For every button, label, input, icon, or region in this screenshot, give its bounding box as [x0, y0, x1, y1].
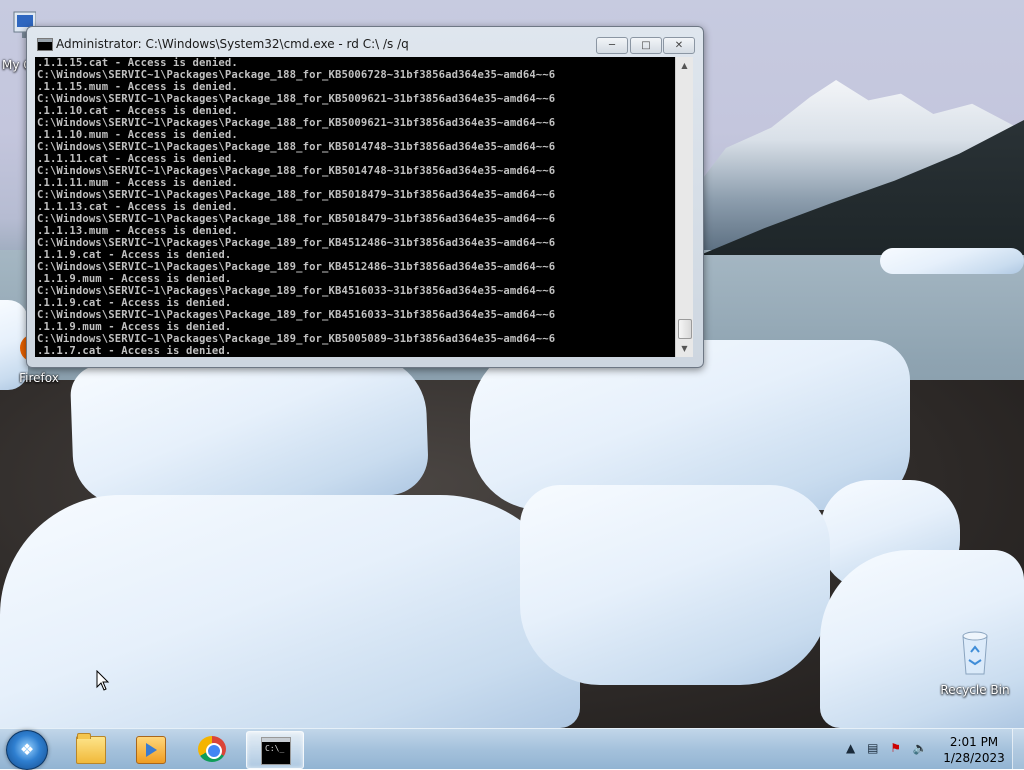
action-center-icon[interactable]: ⚑ [890, 741, 901, 755]
minimize-icon: ─ [608, 40, 616, 51]
console-line: .1.1.9.mum - Access is denied. [37, 321, 232, 333]
console-line: C:\Windows\SERVIC~1\Packages\Package_189… [37, 309, 556, 321]
console-line: .1.1.7.cat - Access is denied. [37, 345, 232, 357]
taskbar-chrome[interactable] [184, 731, 240, 767]
cmd-icon [37, 38, 53, 51]
console-line: .1.1.9.mum - Access is denied. [37, 273, 232, 285]
desktop-icon-label: Recycle Bin [940, 683, 1010, 697]
wallpaper-ice [69, 353, 430, 507]
window-titlebar[interactable]: Administrator: C:\Windows\System32\cmd.e… [27, 27, 703, 57]
show-hidden-icons-icon[interactable]: ▲ [846, 741, 855, 755]
explorer-icon [76, 733, 106, 764]
taskbar-cmd[interactable]: C:\_ [246, 731, 304, 769]
taskbar-explorer[interactable] [62, 731, 118, 767]
console-line: C:\Windows\SERVIC~1\Packages\Package_189… [37, 237, 556, 249]
console-line: C:\Windows\SERVIC~1\Packages\Package_188… [37, 93, 556, 105]
taskbar-clock[interactable]: 2:01 PM 1/28/2023 [940, 734, 1008, 766]
console-line: C:\Windows\SERVIC~1\Packages\Package_188… [37, 213, 556, 225]
taskbar: ❖ C:\_ ▲ ▤ ⚑ 🔈 2:01 PM 1/28/2023 [0, 728, 1024, 770]
desktop-icon-recycle-bin[interactable]: Recycle Bin [940, 630, 1010, 697]
console-line: C:\Windows\SERVIC~1\Packages\Package_189… [37, 333, 556, 345]
system-tray: ▲ ▤ ⚑ 🔈 [846, 741, 936, 755]
vertical-scrollbar[interactable]: ▲ ▼ [675, 57, 693, 357]
console-line: .1.1.9.cat - Access is denied. [37, 297, 232, 309]
wallpaper-ice [520, 485, 830, 685]
show-desktop-button[interactable] [1012, 729, 1024, 769]
mouse-cursor-icon [96, 670, 110, 691]
wallpaper-ice [0, 495, 580, 728]
console-line: .1.1.15.mum - Access is denied. [37, 81, 238, 93]
console-line: .1.1.11.mum - Access is denied. [37, 177, 238, 189]
console-line: .1.1.15.cat - Access is denied. [37, 57, 238, 69]
scroll-down-icon[interactable]: ▼ [676, 340, 693, 357]
console-line: C:\Windows\SERVIC~1\Packages\Package_189… [37, 285, 556, 297]
console-line: C:\Windows\SERVIC~1\Packages\Package_188… [37, 141, 556, 153]
scroll-up-icon[interactable]: ▲ [676, 57, 693, 74]
console-line: C:\Windows\SERVIC~1\Packages\Package_188… [37, 165, 556, 177]
console-line: .1.1.13.cat - Access is denied. [37, 201, 238, 213]
console-line: C:\Windows\SERVIC~1\Packages\Package_188… [37, 117, 556, 129]
console-line: C:\Windows\SERVIC~1\Packages\Package_188… [37, 69, 556, 81]
close-button[interactable]: ✕ [663, 37, 695, 54]
console-line: .1.1.10.mum - Access is denied. [37, 129, 238, 141]
media-player-icon [136, 736, 166, 764]
scrollbar-thumb[interactable] [678, 319, 692, 339]
chrome-icon [198, 736, 226, 762]
window-title: Administrator: C:\Windows\System32\cmd.e… [56, 37, 409, 51]
console-line: .1.1.9.cat - Access is denied. [37, 249, 232, 261]
maximize-button[interactable]: □ [630, 37, 662, 54]
minimize-button[interactable]: ─ [596, 37, 628, 54]
start-button[interactable]: ❖ [6, 730, 48, 770]
desktop-icon-label: Firefox [19, 371, 59, 385]
console-output[interactable]: .1.1.15.cat - Access is denied. C:\Window… [35, 57, 675, 357]
clock-time: 2:01 PM [949, 735, 999, 749]
maximize-icon: □ [641, 40, 651, 51]
volume-icon[interactable]: 🔈 [913, 741, 928, 755]
clock-date: 1/28/2023 [943, 751, 1005, 765]
console-line: C:\Windows\SERVIC~1\Packages\Package_188… [37, 189, 556, 201]
close-icon: ✕ [674, 40, 684, 51]
console-line: C:\Windows\SERVIC~1\Packages\Package_189… [37, 261, 556, 273]
wallpaper-ice [880, 248, 1024, 274]
cmd-icon: C:\_ [261, 737, 291, 765]
network-icon[interactable]: ▤ [867, 741, 878, 755]
taskbar-media-player[interactable] [122, 731, 178, 767]
windows-logo-icon: ❖ [19, 740, 35, 759]
recycle-bin-icon [962, 631, 988, 675]
console-line: .1.1.13.mum - Access is denied. [37, 225, 238, 237]
console-line: .1.1.10.cat - Access is denied. [37, 105, 238, 117]
cmd-window[interactable]: Administrator: C:\Windows\System32\cmd.e… [26, 26, 704, 368]
console-line: .1.1.11.cat - Access is denied. [37, 153, 238, 165]
console-text: .1.1.15.cat - Access is denied. C:\Window… [35, 57, 675, 357]
